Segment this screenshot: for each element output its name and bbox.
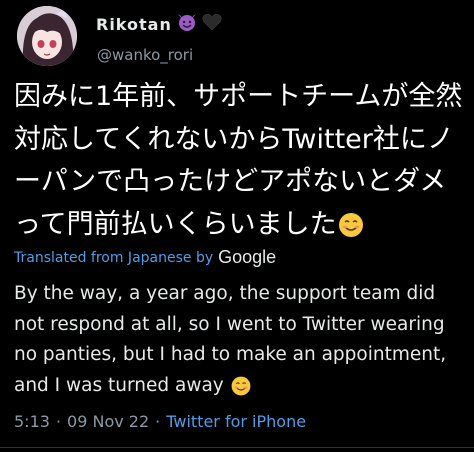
smiling-face-icon xyxy=(230,375,252,408)
avatar[interactable] xyxy=(17,6,77,66)
divider xyxy=(0,447,474,448)
tweet-header: Rikotan @wanko_rori xyxy=(0,0,474,75)
tweet-metadata: 5:13 · 09 Nov 22 · Twitter for iPhone xyxy=(14,412,306,431)
translated-label[interactable]: Translated from Japanese by xyxy=(14,250,213,266)
google-logo: Google xyxy=(218,247,277,267)
meta-separator: · xyxy=(55,412,62,431)
meta-separator: · xyxy=(155,412,161,431)
name-row[interactable]: Rikotan xyxy=(96,12,222,36)
tweet-text: 因みに1年前、サポートチームが全然対応してくれないからTwitter社にノーパン… xyxy=(14,76,464,252)
smiling-face-icon xyxy=(337,210,365,253)
translated-text: By the way, a year ago, the support team… xyxy=(14,279,469,407)
tweet-body: 因みに1年前、サポートチームが全然対応してくれないからTwitter社にノーパン… xyxy=(14,81,463,240)
black-heart-icon xyxy=(202,13,222,35)
display-name[interactable]: Rikotan xyxy=(96,15,172,34)
avatar-image xyxy=(17,6,77,66)
translation-attribution[interactable]: Translated from Japanese by Google xyxy=(14,247,276,268)
user-handle[interactable]: @wanko_rori xyxy=(97,46,193,64)
tweet-time[interactable]: 5:13 xyxy=(14,412,50,431)
smiling-devil-icon xyxy=(176,12,198,36)
tweet-source-link[interactable]: Twitter for iPhone xyxy=(166,412,306,431)
tweet-date[interactable]: 09 Nov 22 xyxy=(67,412,149,431)
